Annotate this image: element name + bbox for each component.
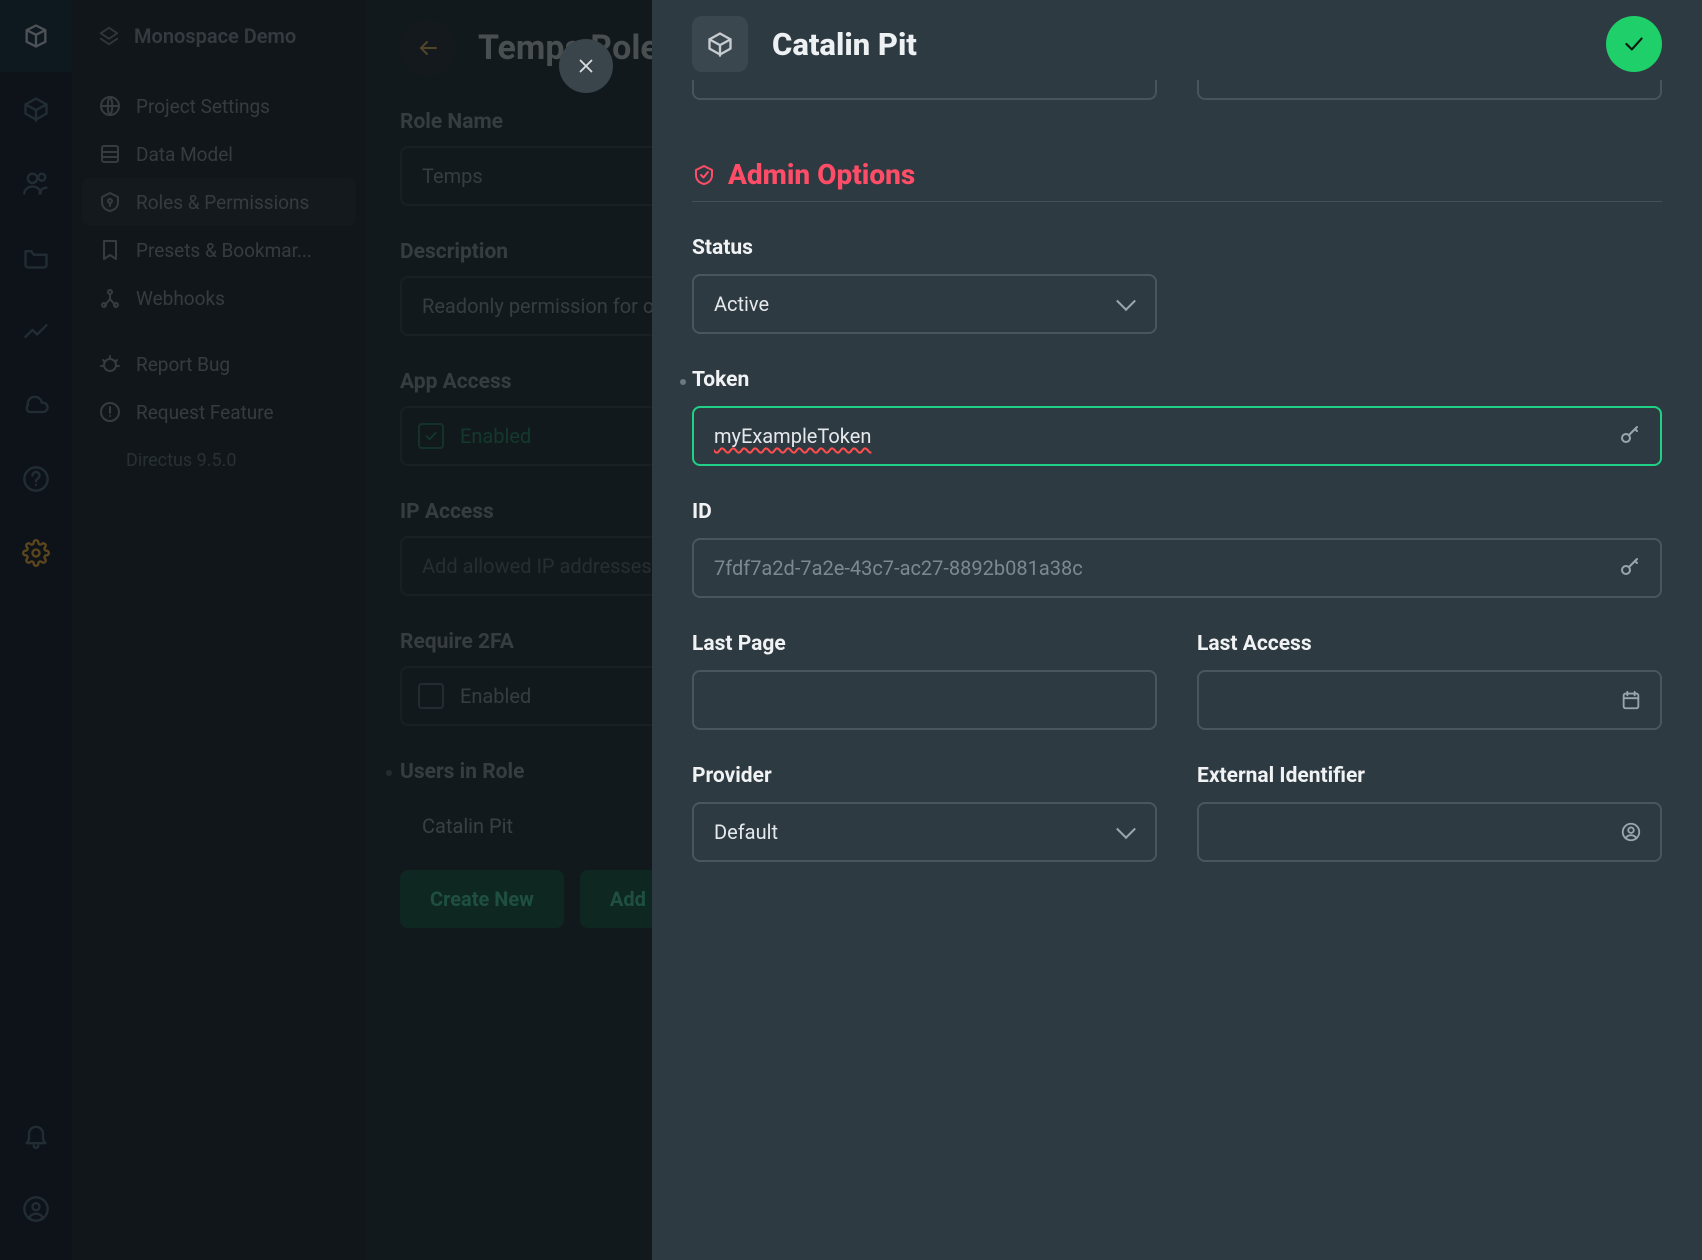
key-icon[interactable] [1618, 424, 1642, 448]
select-value: Active [714, 292, 769, 316]
last-access-field[interactable] [1219, 688, 1640, 712]
person-icon[interactable] [1620, 821, 1642, 843]
external-id-field[interactable] [1219, 820, 1640, 844]
label-id: ID [692, 500, 1662, 524]
label-last-access: Last Access [1197, 632, 1662, 656]
token-value: myExampleToken [714, 424, 871, 448]
label-external-id: External Identifier [1197, 764, 1662, 788]
key-icon[interactable] [1618, 556, 1642, 580]
id-value: 7fdf7a2d-7a2e-43c7-ac27-8892b081a38c [714, 556, 1083, 580]
field-outline [1197, 80, 1662, 100]
calendar-icon[interactable] [1620, 689, 1642, 711]
user-detail-drawer: Catalin Pit Admin Options Status Active … [652, 0, 1702, 1260]
input-last-access[interactable] [1197, 670, 1662, 730]
drawer-confirm-button[interactable] [1606, 16, 1662, 72]
label-token: Token [692, 368, 1662, 392]
select-provider[interactable]: Default [692, 802, 1157, 862]
input-last-page[interactable] [692, 670, 1157, 730]
section-title: Admin Options [728, 158, 915, 191]
section-admin-options: Admin Options [692, 158, 1662, 202]
shield-icon [692, 163, 716, 187]
label-status: Status [692, 236, 1662, 260]
label-provider: Provider [692, 764, 1157, 788]
input-id[interactable]: 7fdf7a2d-7a2e-43c7-ac27-8892b081a38c [692, 538, 1662, 598]
select-value: Default [714, 820, 778, 844]
field-outline [692, 80, 1157, 100]
label-last-page: Last Page [692, 632, 1157, 656]
drawer-close-button[interactable] [559, 39, 613, 93]
input-token[interactable]: myExampleToken [692, 406, 1662, 466]
drawer-title: Catalin Pit [772, 26, 1582, 63]
select-status[interactable]: Active [692, 274, 1157, 334]
input-external-id[interactable] [1197, 802, 1662, 862]
drawer-icon [692, 16, 748, 72]
last-page-field[interactable] [714, 688, 1135, 712]
